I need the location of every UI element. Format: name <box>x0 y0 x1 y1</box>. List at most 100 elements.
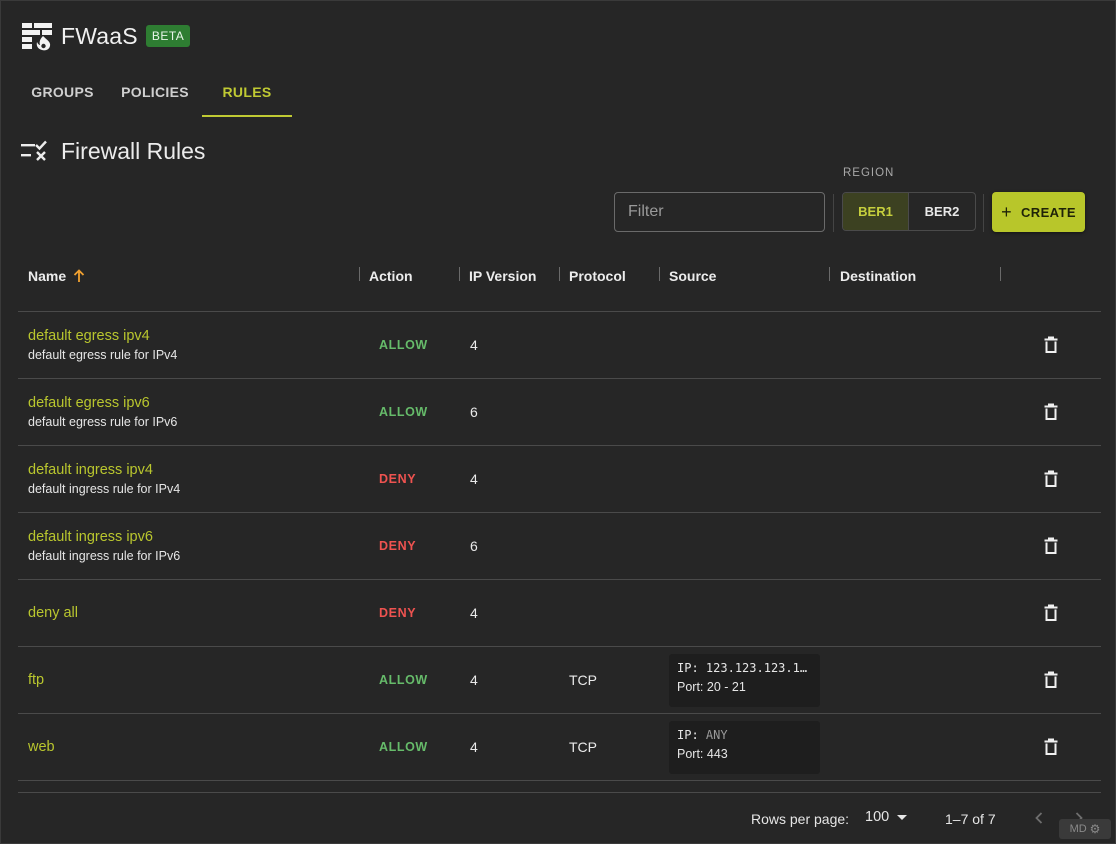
rule-action: DENY <box>379 606 417 620</box>
create-label: CREATE <box>1021 204 1076 220</box>
source-ip: IP: ANY <box>677 728 728 742</box>
trash-icon[interactable] <box>1041 670 1061 690</box>
column-resize-handle[interactable] <box>359 267 360 281</box>
column-resize-handle[interactable] <box>1000 267 1001 281</box>
rule-action: ALLOW <box>379 673 428 687</box>
table-row[interactable]: web ALLOW 4 TCP IP: ANY Port: 443 <box>18 714 1101 781</box>
plus-icon: + <box>1001 202 1013 222</box>
rule-name[interactable]: deny all <box>28 605 78 621</box>
source-port: Port: 20 - 21 <box>677 680 746 694</box>
table-row[interactable]: default ingress ipv6 default ingress rul… <box>18 513 1101 580</box>
gear-icon: ⚙ <box>1089 822 1101 836</box>
column-resize-handle[interactable] <box>559 267 560 281</box>
trash-icon[interactable] <box>1041 603 1061 623</box>
tab-bar: GROUPS POLICIES RULES <box>17 67 292 117</box>
rows-per-page-label: Rows per page: <box>751 811 850 827</box>
rule-ip-version: 6 <box>470 538 478 554</box>
rule-name[interactable]: default egress ipv6 <box>28 395 150 411</box>
region-ber2-button[interactable]: BER2 <box>909 193 975 230</box>
sort-ascending-icon <box>74 268 85 282</box>
rule-action: ALLOW <box>379 338 428 352</box>
rule-ip-version: 6 <box>470 404 478 420</box>
pagination-range: 1–7 of 7 <box>945 811 996 827</box>
column-resize-handle[interactable] <box>659 267 660 281</box>
table-row[interactable]: default egress ipv4 default egress rule … <box>18 312 1101 379</box>
rule-name-cell: default egress ipv4 default egress rule … <box>28 312 177 378</box>
rule-description: default ingress rule for IPv6 <box>28 549 181 563</box>
trash-icon[interactable] <box>1041 536 1061 556</box>
trash-icon[interactable] <box>1041 469 1061 489</box>
trash-icon[interactable] <box>1041 737 1061 757</box>
section-header: Firewall Rules <box>21 137 205 165</box>
rule-checklist-icon <box>21 140 47 161</box>
rule-name-cell: ftp <box>28 647 44 713</box>
rule-name[interactable]: ftp <box>28 672 44 688</box>
caret-down-icon <box>897 814 908 820</box>
source-details: IP: ANY Port: 443 <box>669 721 820 774</box>
source-ip-value: ANY <box>705 728 728 742</box>
rule-description: default egress rule for IPv4 <box>28 348 178 362</box>
column-header-source[interactable]: Source <box>669 239 716 312</box>
rule-name-cell: default egress ipv6 default egress rule … <box>28 379 177 445</box>
tab-policies[interactable]: POLICIES <box>108 67 202 117</box>
app-header: FWaaS BETA <box>21 21 191 51</box>
rule-name-cell: default ingress ipv4 default ingress rul… <box>28 446 180 512</box>
table-footer-divider <box>18 792 1101 793</box>
column-header-action[interactable]: Action <box>369 239 413 312</box>
page-title: Firewall Rules <box>61 137 206 164</box>
column-header-ip-version[interactable]: IP Version <box>469 239 536 312</box>
tab-rules[interactable]: RULES <box>202 67 292 117</box>
rule-action: DENY <box>379 472 417 486</box>
column-resize-handle[interactable] <box>829 267 830 281</box>
table-row[interactable]: ftp ALLOW 4 TCP IP: 123.123.123.1… Port:… <box>18 647 1101 714</box>
region-toggle-group: BER1 BER2 <box>842 192 976 231</box>
filter-input[interactable] <box>614 192 825 232</box>
source-ip: IP: 123.123.123.1… <box>677 661 808 675</box>
rule-description: default ingress rule for IPv4 <box>28 482 181 496</box>
toolbar-divider <box>833 194 834 232</box>
rule-action: ALLOW <box>379 740 428 754</box>
table-row[interactable]: default egress ipv6 default egress rule … <box>18 379 1101 446</box>
source-details: IP: 123.123.123.1… Port: 20 - 21 <box>669 654 820 707</box>
rows-per-page-select[interactable]: 100 <box>865 809 908 825</box>
table-row[interactable]: deny all DENY 4 <box>18 580 1101 647</box>
rule-description: default egress rule for IPv6 <box>28 415 178 429</box>
rule-ip-version: 4 <box>470 471 478 487</box>
app-frame: FWaaS BETA GROUPS POLICIES RULES Firewal… <box>0 0 1116 844</box>
rule-name[interactable]: web <box>28 739 55 755</box>
rule-protocol: TCP <box>569 672 597 688</box>
column-resize-handle[interactable] <box>459 267 460 281</box>
table-header: Name Action IP Version Protocol Source D… <box>18 239 1101 312</box>
region-label: REGION <box>843 167 895 179</box>
rule-protocol: TCP <box>569 739 597 755</box>
trash-icon[interactable] <box>1041 335 1061 355</box>
chevron-left-icon[interactable] <box>1027 806 1051 830</box>
beta-badge: BETA <box>145 25 191 47</box>
rule-name-cell: deny all <box>28 580 78 646</box>
rule-ip-version: 4 <box>470 672 478 688</box>
column-header-name[interactable]: Name <box>28 239 85 312</box>
rule-action: ALLOW <box>379 405 428 419</box>
rule-name-cell: web <box>28 714 55 780</box>
rule-ip-version: 4 <box>470 605 478 621</box>
rule-ip-version: 4 <box>470 337 478 353</box>
source-port: Port: 443 <box>677 747 728 761</box>
rows-per-page-value: 100 <box>865 809 890 825</box>
column-header-destination[interactable]: Destination <box>840 239 916 312</box>
region-ber1-button[interactable]: BER1 <box>843 193 909 230</box>
dev-tools-badge[interactable]: MD ⚙ <box>1059 819 1111 839</box>
rule-action: DENY <box>379 539 417 553</box>
column-header-protocol[interactable]: Protocol <box>569 239 626 312</box>
trash-icon[interactable] <box>1041 402 1061 422</box>
create-button[interactable]: + CREATE <box>992 192 1085 232</box>
table-row[interactable]: default ingress ipv4 default ingress rul… <box>18 446 1101 513</box>
rule-name[interactable]: default ingress ipv4 <box>28 462 153 478</box>
rule-ip-version: 4 <box>470 739 478 755</box>
toolbar-divider <box>983 194 984 232</box>
app-title: FWaaS <box>61 22 138 49</box>
source-ip-value: 123.123.123.1… <box>705 661 808 675</box>
rule-name-cell: default ingress ipv6 default ingress rul… <box>28 513 180 579</box>
tab-groups[interactable]: GROUPS <box>17 67 108 117</box>
rule-name[interactable]: default ingress ipv6 <box>28 529 153 545</box>
rule-name[interactable]: default egress ipv4 <box>28 328 150 344</box>
